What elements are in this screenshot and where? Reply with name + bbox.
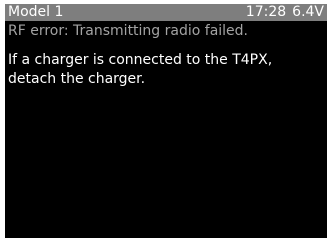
instruction-line-1: If a charger is connected to the T4PX,: [8, 52, 273, 68]
battery-voltage: 6.4V: [292, 4, 324, 20]
screen-frame: Model 1 17:28 6.4V RF error: Transmitting…: [0, 0, 332, 246]
model-name: Model 1: [8, 4, 64, 20]
charger-instruction: If a charger is connected to the T4PX, d…: [8, 51, 324, 89]
lcd-screen: Model 1 17:28 6.4V RF error: Transmitting…: [5, 4, 327, 238]
status-right: 17:28 6.4V: [246, 4, 324, 21]
rf-error-message: RF error: Transmitting radio failed.: [8, 23, 249, 39]
instruction-line-2: detach the charger.: [8, 71, 146, 87]
status-bar: Model 1 17:28 6.4V: [5, 4, 327, 21]
clock-time: 17:28: [245, 4, 287, 20]
